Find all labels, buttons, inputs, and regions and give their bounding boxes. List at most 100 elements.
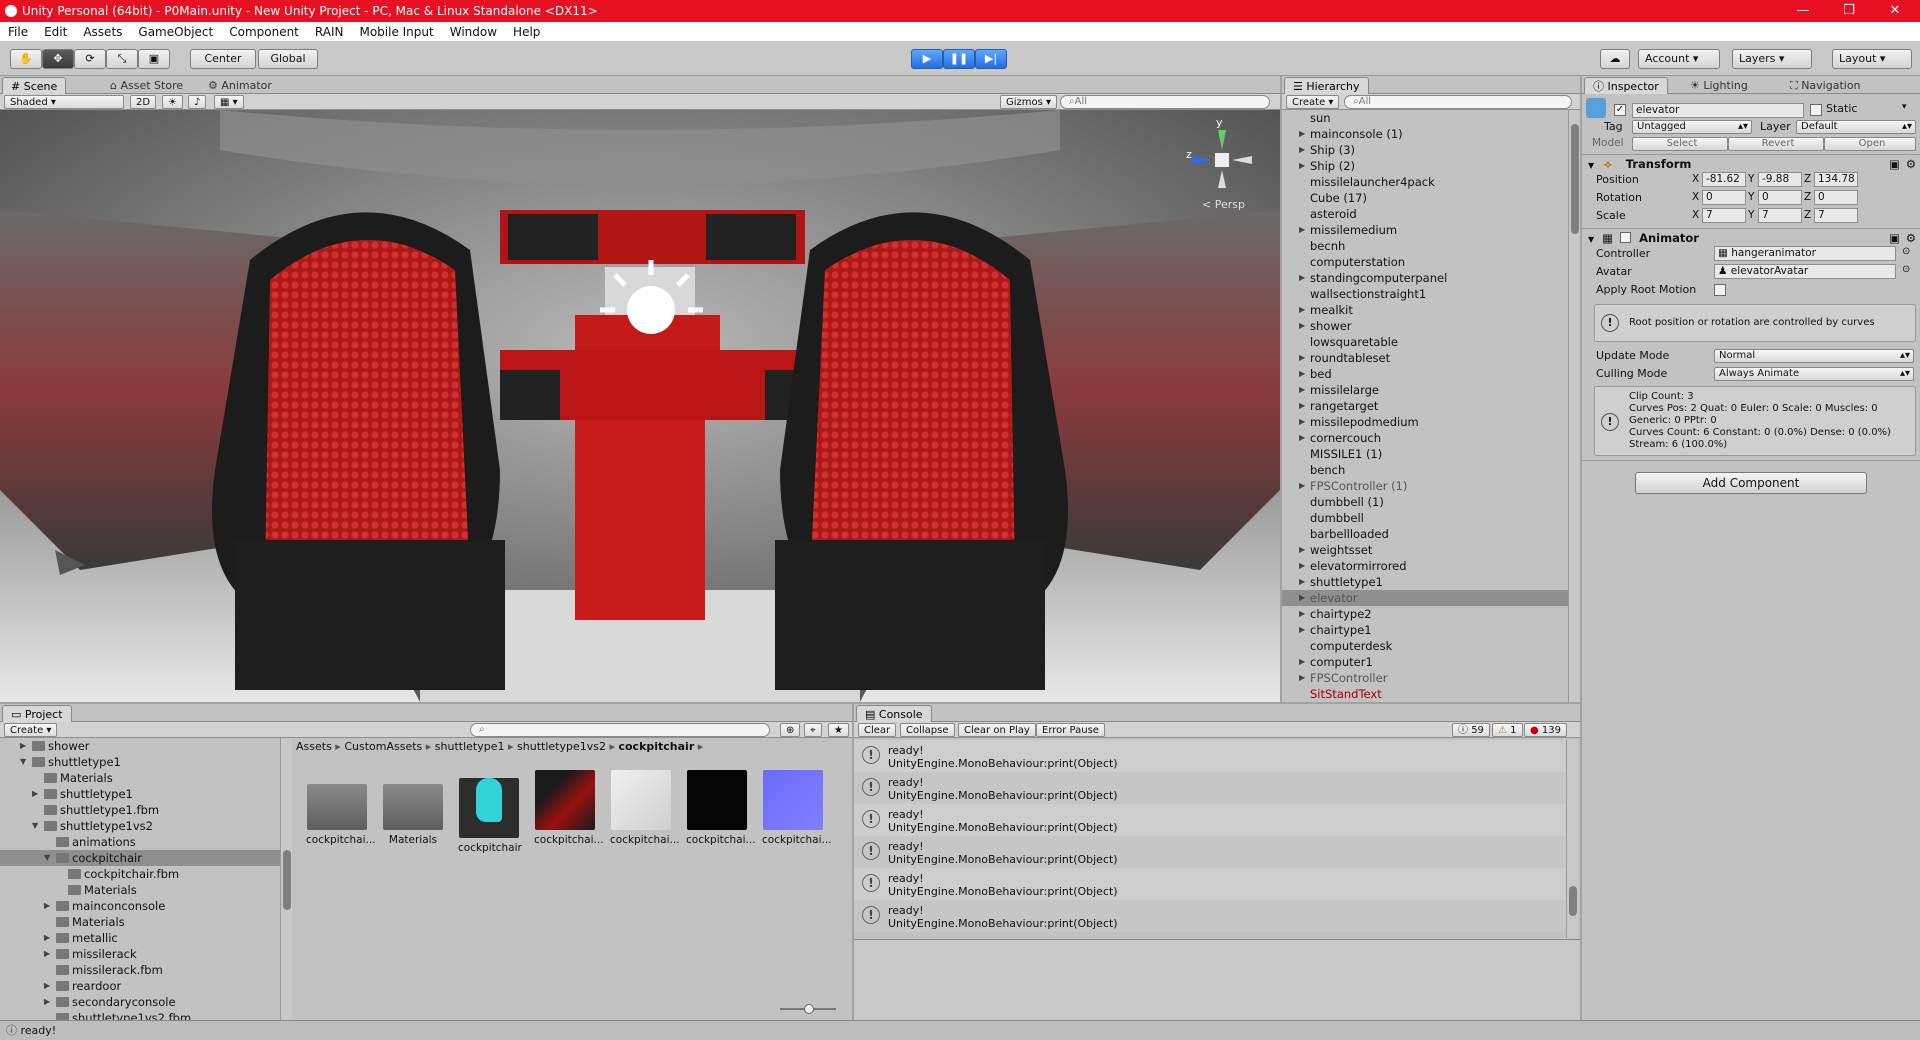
asset-item[interactable]: cockpitchair [458,770,522,854]
favorite-icon[interactable]: ★ [828,723,849,737]
lighting-toggle-icon[interactable]: ☀ [162,95,183,109]
hierarchy-item[interactable]: dumbbell [1282,510,1568,526]
project-folder-item[interactable]: animations [0,834,280,850]
console-clear-on-play-button[interactable]: Clear on Play [958,723,1036,737]
expand-arrow-icon[interactable]: ▶ [1299,430,1305,446]
hierarchy-item[interactable]: ▶ missilelarge [1282,382,1568,398]
controller-picker-icon[interactable]: ⊙ [1902,246,1910,257]
position-z-axis-label[interactable]: Z [1804,173,1811,185]
transform-settings-icon[interactable]: ⚙ [1906,155,1916,173]
menu-window[interactable]: Window [442,22,505,42]
project-folder-item[interactable]: shuttletype1vs2.fbm [0,1010,280,1020]
project-folder-item[interactable]: ▶ missilerack [0,946,280,962]
expand-arrow-icon[interactable]: ▶ [1299,158,1305,174]
asset-item[interactable]: cockpitchai... [534,770,604,846]
rotation-z-field[interactable]: 0 [1814,190,1858,205]
persp-label[interactable]: < Persp [1202,198,1245,211]
rotation-x-axis-label[interactable]: X [1692,191,1699,203]
expand-arrow-icon[interactable]: ▶ [1299,302,1305,318]
position-z-field[interactable]: 134.78 [1814,172,1858,187]
culling-mode-dropdown[interactable]: Always Animate ▴▾ [1714,367,1914,381]
static-checkbox[interactable] [1810,104,1822,116]
scale-x-axis-label[interactable]: X [1692,209,1699,221]
hierarchy-item[interactable]: ▶ weightsset [1282,542,1568,558]
position-y-axis-label[interactable]: Y [1748,173,1754,185]
expand-arrow-icon[interactable]: ▶ [1299,222,1305,238]
tab-scene[interactable]: # Scene [2,77,67,94]
expand-arrow-icon[interactable]: ▶ [1299,318,1305,334]
console-scrollbar[interactable] [1566,740,1578,938]
scale-tool-icon[interactable]: ⤡ [106,49,138,69]
hierarchy-search-input[interactable]: ⌕All [1344,95,1572,109]
hierarchy-item[interactable]: ▶ roundtableset [1282,350,1568,366]
hierarchy-item[interactable]: ▶ elevatormirrored [1282,558,1568,574]
hierarchy-item[interactable]: ▶ chairtype2 [1282,606,1568,622]
transform-foldout-icon[interactable]: ▼ [1582,161,1594,170]
project-folder-item[interactable]: cockpitchair.fbm [0,866,280,882]
menu-file[interactable]: File [0,22,36,42]
menu-rain[interactable]: RAIN [307,22,352,42]
project-folder-item[interactable]: ▶ mainconconsole [0,898,280,914]
hierarchy-item[interactable]: ▶ chairtype1 [1282,622,1568,638]
hierarchy-item[interactable]: missilelauncher4pack [1282,174,1568,190]
folder-expand-arrow-icon[interactable]: ▶ [44,978,50,994]
restore-button[interactable]: ❐ [1826,0,1872,22]
expand-arrow-icon[interactable]: ▶ [1299,558,1305,574]
animator-foldout-icon[interactable]: ▼ [1582,235,1594,244]
model-select-button[interactable]: Select [1632,137,1728,151]
hierarchy-item[interactable]: ▶ mealkit [1282,302,1568,318]
expand-arrow-icon[interactable]: ▶ [1299,398,1305,414]
folder-expand-arrow-icon[interactable]: ▶ [44,946,50,962]
rect-tool-icon[interactable]: ▣ [138,49,170,69]
hierarchy-item[interactable]: ▶ FPSController (1) [1282,478,1568,494]
hierarchy-item[interactable]: MISSILE1 (1) [1282,446,1568,462]
hierarchy-item[interactable]: lowsquaretable [1282,334,1568,350]
tab-animator[interactable]: ⚙ Animator [200,77,280,94]
hierarchy-item[interactable]: ▶ missilepodmedium [1282,414,1568,430]
layers-dropdown[interactable]: Layers ▾ [1732,49,1812,69]
project-folder-item[interactable]: ▶ reardoor [0,978,280,994]
scale-y-field[interactable]: 7 [1758,208,1802,223]
audio-toggle-icon[interactable]: ♪ [188,95,207,109]
console-warning-filter[interactable]: ⚠ 1 [1492,723,1523,737]
hierarchy-scroll-thumb[interactable] [1571,124,1579,234]
project-folder-item[interactable]: missilerack.fbm [0,962,280,978]
scale-z-field[interactable]: 7 [1814,208,1858,223]
expand-arrow-icon[interactable]: ▶ [1299,270,1305,286]
console-error-filter[interactable]: ● 139 [1524,723,1568,737]
expand-arrow-icon[interactable]: ▶ [1299,382,1305,398]
console-log-entry[interactable]: ! ready! UnityEngine.MonoBehaviour:print(O… [854,740,1566,772]
rotate-tool-icon[interactable]: ⟳ [74,49,106,69]
hierarchy-item[interactable]: ▶ shower [1282,318,1568,334]
hierarchy-item[interactable]: dumbbell (1) [1282,494,1568,510]
hierarchy-item[interactable]: computerstation [1282,254,1568,270]
hierarchy-item[interactable]: wallsectionstraight1 [1282,286,1568,302]
scale-x-field[interactable]: 7 [1702,208,1746,223]
hierarchy-item[interactable]: ▶ standingcomputerpanel [1282,270,1568,286]
hierarchy-item[interactable]: ▶ computer1 [1282,654,1568,670]
folder-expand-arrow-icon[interactable]: ▶ [20,738,26,754]
console-info-filter[interactable]: ⓘ 59 [1452,723,1490,737]
model-revert-button[interactable]: Revert [1728,137,1824,151]
hierarchy-item[interactable]: ▶ mainconsole (1) [1282,126,1568,142]
breadcrumb-item[interactable]: cockpitchair [618,740,694,753]
position-y-field[interactable]: -9.88 [1758,172,1802,187]
scene-viewport[interactable]: y z < Persp [0,110,1280,702]
expand-arrow-icon[interactable]: ▶ [1299,590,1305,606]
asset-item[interactable]: cockpitchai... [610,770,680,846]
move-tool-icon[interactable]: ✥ [42,49,74,69]
project-tree-scroll-thumb[interactable] [283,850,291,910]
menu-help[interactable]: Help [505,22,548,42]
project-folder-item[interactable]: ▼ cockpitchair [0,850,280,866]
position-x-axis-label[interactable]: X [1692,173,1699,185]
rotation-x-field[interactable]: 0 [1702,190,1746,205]
project-folder-item[interactable]: Materials [0,882,280,898]
console-log-entry[interactable]: ! ready! UnityEngine.MonoBehaviour:print(O… [854,804,1566,836]
hierarchy-scrollbar[interactable] [1568,110,1580,702]
animator-enabled-checkbox[interactable] [1620,232,1632,243]
project-search-input[interactable]: ⌕ [470,723,770,737]
folder-expand-arrow-icon[interactable]: ▶ [44,898,50,914]
menu-component[interactable]: Component [221,22,307,42]
static-dropdown-arrow-icon[interactable]: ▾ [1902,102,1907,112]
hierarchy-item[interactable]: computerdesk [1282,638,1568,654]
